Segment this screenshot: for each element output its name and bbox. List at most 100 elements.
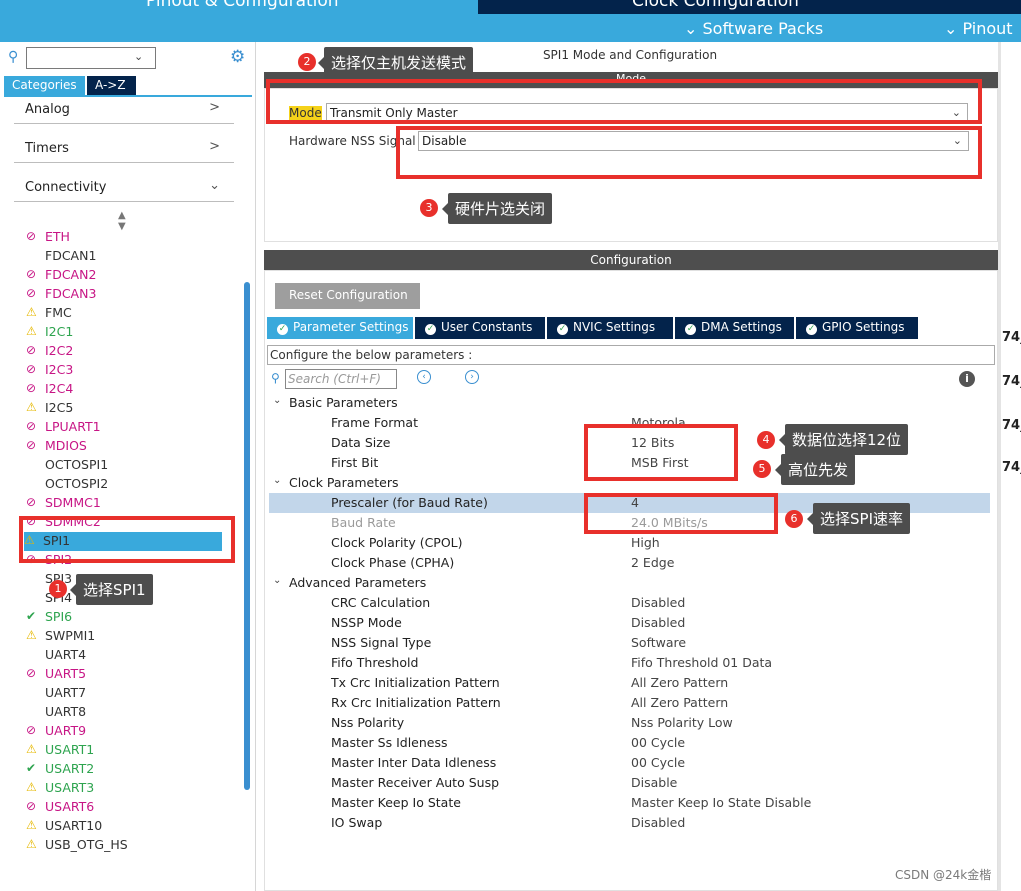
software-packs-menu[interactable]: ⌄ Software Packs [684, 19, 823, 38]
parameter-row[interactable]: NSSP Mode Disabled [269, 613, 990, 633]
section-header[interactable]: ⌄ Advanced Parameters [269, 573, 990, 593]
peripheral-item-usart10[interactable]: ⚠ USART10 [26, 817, 226, 836]
peripheral-item-uart9[interactable]: ⊘ UART9 [26, 722, 226, 741]
gear-icon[interactable]: ⚙ [230, 47, 245, 67]
annotation-badge-5: 5 [753, 460, 771, 478]
tab-nvic-settings[interactable]: ✓ NVIC Settings [547, 317, 673, 339]
peripheral-item-uart4[interactable]: UART4 [26, 646, 226, 665]
peripheral-label: OCTOSPI1 [45, 457, 109, 472]
peripheral-item-usb_otg_hs[interactable]: ⚠ USB_OTG_HS [26, 836, 226, 855]
tab-label: Parameter Settings [293, 320, 409, 334]
peripheral-item-uart5[interactable]: ⊘ UART5 [26, 665, 226, 684]
parameter-row[interactable]: Clock Phase (CPHA) 2 Edge [269, 553, 990, 573]
peripheral-item-uart7[interactable]: UART7 [26, 684, 226, 703]
parameter-value[interactable]: Disabled [631, 815, 685, 830]
disabled-icon: ⊘ [26, 343, 37, 357]
peripheral-item-usart3[interactable]: ⚠ USART3 [26, 779, 226, 798]
next-icon[interactable]: › [465, 370, 479, 384]
peripheral-item-i2c1[interactable]: ⚠ I2C1 [26, 323, 226, 342]
tab-pinout-configuration[interactable]: Pinout & Configuration [0, 0, 478, 14]
parameter-value[interactable]: High [631, 535, 660, 550]
mode-config-panel: SPI1 Mode and Configuration Mode Mode Tr… [262, 42, 998, 891]
tab-dma-settings[interactable]: ✓ DMA Settings [675, 317, 794, 339]
parameter-row[interactable]: Clock Polarity (CPOL) High [269, 533, 990, 553]
parameter-row[interactable]: Master Inter Data Idleness 00 Cycle [269, 753, 990, 773]
parameter-value[interactable]: All Zero Pattern [631, 675, 728, 690]
parameter-value[interactable]: Fifo Threshold 01 Data [631, 655, 772, 670]
peripheral-label: FDCAN3 [45, 286, 97, 301]
previous-icon[interactable]: ‹ [417, 370, 431, 384]
peripheral-item-i2c2[interactable]: ⊘ I2C2 [26, 342, 226, 361]
parameter-row[interactable]: Master Ss Idleness 00 Cycle [269, 733, 990, 753]
chevron-down-icon[interactable]: ⌄ [134, 50, 143, 63]
group-label: Timers [25, 141, 69, 156]
peripheral-item-sdmmc1[interactable]: ⊘ SDMMC1 [26, 494, 226, 513]
peripheral-item-mdios[interactable]: ⊘ MDIOS [26, 437, 226, 456]
parameter-row[interactable]: Master Keep Io State Master Keep Io State… [269, 793, 990, 813]
group-timers[interactable]: Timers > [14, 135, 234, 163]
tab-categories[interactable]: Categories [4, 76, 85, 95]
peripheral-item-fdcan1[interactable]: FDCAN1 [26, 247, 226, 266]
peripheral-item-fmc[interactable]: ⚠ FMC [26, 304, 226, 323]
peripheral-item-i2c3[interactable]: ⊘ I2C3 [26, 361, 226, 380]
peripheral-item-fdcan3[interactable]: ⊘ FDCAN3 [26, 285, 226, 304]
tab-clock-configuration[interactable]: Clock Configuration [478, 0, 950, 14]
info-icon[interactable]: i [959, 371, 975, 387]
peripheral-item-octospi1[interactable]: OCTOSPI1 [26, 456, 226, 475]
peripheral-label: USART6 [45, 799, 95, 814]
annotation-box-6 [584, 493, 778, 534]
parameter-row[interactable]: Nss Polarity Nss Polarity Low [269, 713, 990, 733]
tab-gpio-settings[interactable]: ✓ GPIO Settings [796, 317, 918, 339]
edge-label: 74_ [1002, 330, 1021, 345]
peripheral-item-octospi2[interactable]: OCTOSPI2 [26, 475, 226, 494]
parameter-name: First Bit [331, 455, 379, 470]
peripheral-item-usart2[interactable]: ✔ USART2 [26, 760, 226, 779]
peripheral-label: SWPMI1 [45, 628, 96, 643]
parameter-value[interactable]: Disabled [631, 595, 685, 610]
group-connectivity[interactable]: Connectivity ⌄ [14, 174, 234, 202]
peripheral-item-spi6[interactable]: ✔ SPI6 [26, 608, 226, 627]
peripheral-item-swpmi1[interactable]: ⚠ SWPMI1 [26, 627, 226, 646]
parameter-value[interactable]: All Zero Pattern [631, 695, 728, 710]
group-analog[interactable]: Analog > [14, 96, 234, 124]
peripheral-item-i2c4[interactable]: ⊘ I2C4 [26, 380, 226, 399]
tab-user-constants[interactable]: ✓ User Constants [415, 317, 545, 339]
parameter-search-input[interactable]: Search (Ctrl+F) [285, 369, 397, 389]
tab-a-z[interactable]: A->Z [87, 76, 136, 95]
annotation-box-2a [266, 79, 982, 124]
pinout-menu[interactable]: ⌄ Pinout [944, 19, 1013, 38]
scrollbar[interactable] [244, 282, 250, 790]
config-hint: Configure the below parameters : [267, 345, 995, 365]
parameter-value[interactable]: 00 Cycle [631, 735, 685, 750]
reset-configuration-button[interactable]: Reset Configuration [275, 283, 420, 309]
parameter-value[interactable]: 2 Edge [631, 555, 674, 570]
parameter-value[interactable]: Master Keep Io State Disable [631, 795, 811, 810]
parameter-value[interactable]: Nss Polarity Low [631, 715, 733, 730]
section-title: Advanced Parameters [289, 575, 427, 590]
peripheral-item-fdcan2[interactable]: ⊘ FDCAN2 [26, 266, 226, 285]
parameter-row[interactable]: Rx Crc Initialization Pattern All Zero Pa… [269, 693, 990, 713]
tab-extra[interactable] [952, 0, 1021, 14]
chevron-down-icon: ⌄ [273, 395, 282, 406]
parameter-value[interactable]: 00 Cycle [631, 755, 685, 770]
tab-parameter-settings[interactable]: ✓ Parameter Settings [267, 317, 413, 339]
peripheral-item-lpuart1[interactable]: ⊘ LPUART1 [26, 418, 226, 437]
section-header[interactable]: ⌄ Basic Parameters [269, 393, 990, 413]
parameter-row[interactable]: CRC Calculation Disabled [269, 593, 990, 613]
parameter-row[interactable]: IO Swap Disabled [269, 813, 990, 833]
annotation-badge-4: 4 [757, 431, 775, 449]
parameter-value[interactable]: Disabled [631, 615, 685, 630]
parameter-row[interactable]: Tx Crc Initialization Pattern All Zero Pa… [269, 673, 990, 693]
parameter-value[interactable]: Software [631, 635, 686, 650]
parameter-row[interactable]: Fifo Threshold Fifo Threshold 01 Data [269, 653, 990, 673]
parameter-row[interactable]: Master Receiver Auto Susp Disable [269, 773, 990, 793]
parameter-value[interactable]: Disable [631, 775, 677, 790]
parameter-row[interactable]: NSS Signal Type Software [269, 633, 990, 653]
peripheral-label: UART8 [45, 704, 87, 719]
peripheral-item-eth[interactable]: ⊘ ETH [26, 228, 226, 247]
peripheral-item-usart1[interactable]: ⚠ USART1 [26, 741, 226, 760]
peripheral-item-i2c5[interactable]: ⚠ I2C5 [26, 399, 226, 418]
annotation-callout-6: 选择SPI速率 [807, 503, 910, 534]
peripheral-item-uart8[interactable]: UART8 [26, 703, 226, 722]
peripheral-item-usart6[interactable]: ⊘ USART6 [26, 798, 226, 817]
